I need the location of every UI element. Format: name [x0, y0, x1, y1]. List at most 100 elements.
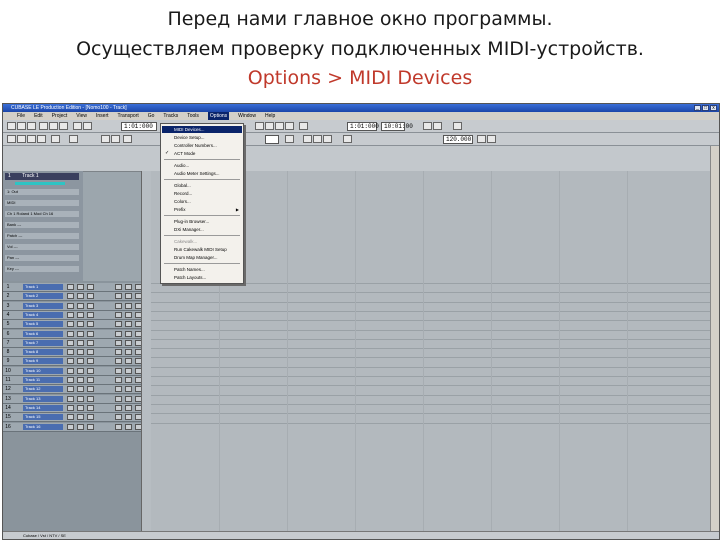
track-name[interactable]: Track 12: [23, 386, 63, 393]
options-menu-item[interactable]: Patch Layouts...: [162, 274, 242, 281]
fx-button[interactable]: [125, 386, 132, 393]
play-icon[interactable]: [275, 122, 284, 130]
mute-button[interactable]: [67, 414, 74, 421]
solo-button[interactable]: [77, 367, 84, 374]
solo-button[interactable]: [77, 284, 84, 290]
solo-button[interactable]: [77, 330, 84, 337]
staff-icon[interactable]: [313, 135, 322, 143]
menu-options[interactable]: Options: [207, 112, 230, 120]
zoom-tool-icon[interactable]: [69, 135, 78, 143]
fx-button[interactable]: [125, 414, 132, 421]
track-row[interactable]: 12 Track 12: [3, 385, 143, 395]
fx-button[interactable]: [125, 358, 132, 365]
record-arm-button[interactable]: [87, 349, 94, 356]
tempo-up-icon[interactable]: [477, 135, 486, 143]
monitor-button[interactable]: [115, 395, 122, 402]
track-row[interactable]: 14 Track 14: [3, 403, 143, 413]
inspector-field[interactable]: Patch ---: [5, 233, 79, 239]
track-name[interactable]: Track 3: [23, 302, 63, 309]
mute-button[interactable]: [67, 330, 74, 337]
fx-button[interactable]: [125, 423, 132, 430]
record-arm-button[interactable]: [87, 339, 94, 346]
mute-button[interactable]: [67, 311, 74, 318]
track-name[interactable]: Track 1: [23, 284, 63, 290]
options-menu-item[interactable]: Record...: [162, 190, 242, 197]
solo-button[interactable]: [77, 358, 84, 365]
record-arm-button[interactable]: [87, 302, 94, 309]
monitor-button[interactable]: [115, 377, 122, 383]
track-name[interactable]: Track 13: [23, 395, 63, 402]
loop-explorer-icon[interactable]: [343, 135, 352, 143]
time-display[interactable]: 1:01:000: [121, 122, 157, 131]
solo-button[interactable]: [77, 302, 84, 309]
inspector-field[interactable]: Key ---: [5, 266, 79, 272]
monitor-button[interactable]: [115, 284, 122, 290]
mute-button[interactable]: [67, 284, 74, 290]
mute-button[interactable]: [67, 386, 74, 393]
loop-icon[interactable]: [423, 122, 432, 130]
fx-button[interactable]: [125, 284, 132, 290]
fx-button[interactable]: [125, 377, 132, 383]
record-icon[interactable]: [299, 122, 308, 130]
record-arm-button[interactable]: [87, 386, 94, 393]
track-row[interactable]: 16 Track 16: [3, 422, 143, 432]
solo-button[interactable]: [77, 339, 84, 346]
monitor-button[interactable]: [115, 423, 122, 430]
record-arm-button[interactable]: [87, 414, 94, 421]
fx-button[interactable]: [125, 293, 132, 300]
track-row[interactable]: 3 Track 3: [3, 301, 143, 311]
track-name[interactable]: Track 6: [23, 330, 63, 337]
track-row[interactable]: 11 Track 11: [3, 376, 143, 385]
record-arm-button[interactable]: [87, 311, 94, 318]
options-menu-item[interactable]: Drum Map Manager...: [162, 254, 242, 261]
paste-icon[interactable]: [59, 122, 68, 130]
minimize-button[interactable]: _: [694, 105, 701, 111]
inspector-field[interactable]: 1: Out: [5, 189, 79, 195]
cut-icon[interactable]: [39, 122, 48, 130]
solo-button[interactable]: [77, 377, 84, 383]
mute-button[interactable]: [67, 293, 74, 300]
fx-button[interactable]: [125, 330, 132, 337]
record-arm-button[interactable]: [87, 404, 94, 411]
mute-button[interactable]: [67, 423, 74, 430]
options-menu-item[interactable]: Audio Meter Settings...: [162, 170, 242, 177]
record-arm-button[interactable]: [87, 377, 94, 383]
menu-project[interactable]: Project: [52, 112, 68, 120]
mute-button[interactable]: [67, 339, 74, 346]
options-menu-item[interactable]: ACT Mode ✓: [162, 150, 242, 157]
fx-button[interactable]: [125, 367, 132, 374]
mute-button[interactable]: [67, 302, 74, 309]
fx-button[interactable]: [125, 404, 132, 411]
edit-tool-icon[interactable]: [27, 135, 36, 143]
copy-icon[interactable]: [49, 122, 58, 130]
save-icon[interactable]: [27, 122, 36, 130]
options-menu-item[interactable]: Global...: [162, 182, 242, 189]
metronome-icon[interactable]: [453, 122, 462, 130]
solo-button[interactable]: [77, 349, 84, 356]
monitor-button[interactable]: [115, 302, 122, 309]
track-row[interactable]: 15 Track 15: [3, 413, 143, 423]
solo-button[interactable]: [77, 321, 84, 328]
punch-icon[interactable]: [433, 122, 442, 130]
track-row[interactable]: 7 Track 7: [3, 338, 143, 348]
monitor-button[interactable]: [115, 349, 122, 356]
track-pane-splitter[interactable]: [141, 171, 151, 531]
record-arm-button[interactable]: [87, 423, 94, 430]
open-icon[interactable]: [17, 122, 26, 130]
stop-icon[interactable]: [265, 122, 274, 130]
monitor-button[interactable]: [115, 414, 122, 421]
menu-tools[interactable]: Tools: [187, 112, 199, 120]
track-name[interactable]: Track 2: [23, 293, 63, 300]
fx-button[interactable]: [125, 302, 132, 309]
vertical-scrollbar[interactable]: [710, 146, 719, 531]
monitor-button[interactable]: [115, 339, 122, 346]
track-name[interactable]: Track 7: [23, 339, 63, 346]
menu-view[interactable]: View: [76, 112, 87, 120]
maximize-button[interactable]: □: [702, 105, 709, 111]
options-menu-item[interactable]: DXi Manager...: [162, 226, 242, 233]
track-name[interactable]: Track 5: [23, 321, 63, 328]
fx-button[interactable]: [125, 339, 132, 346]
menu-help[interactable]: Help: [265, 112, 275, 120]
monitor-button[interactable]: [115, 404, 122, 411]
track-row[interactable]: 1 Track 1: [3, 283, 143, 292]
